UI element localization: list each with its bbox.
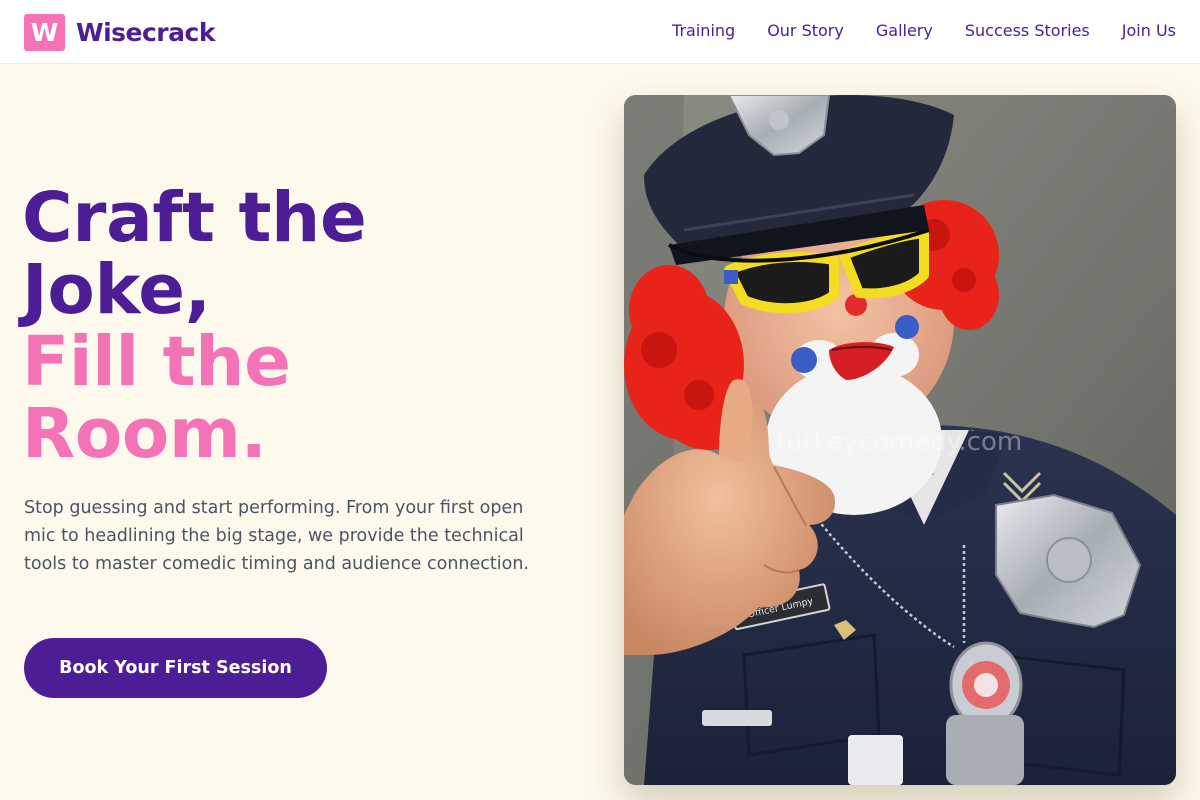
nav-item: Training — [672, 21, 735, 40]
hero-title: Craft the Joke, Fill the Room. — [22, 178, 367, 474]
hero-description: Stop guessing and start performing. From… — [24, 498, 529, 574]
brand-logo-link[interactable]: W Wisecrack — [24, 13, 215, 51]
book-session-button[interactable]: Book Your First Session — [24, 638, 327, 698]
hero-photo: Officer Lumpy turkeycomedy.com — [624, 95, 1176, 785]
hero-title-accent-line: Fill the — [22, 322, 291, 402]
logo-mark: W — [24, 13, 65, 51]
nav-item: Gallery — [876, 21, 933, 40]
nav-link-gallery[interactable]: Gallery — [876, 21, 933, 40]
nav-link-join-us[interactable]: Join Us — [1122, 21, 1176, 40]
clown-police-officer-illustration: Officer Lumpy turkeycomedy.com — [624, 95, 1176, 785]
nav-item: Our Story — [767, 21, 844, 40]
image-watermark: turkeycomedy.com — [776, 427, 1022, 457]
nav-link-training[interactable]: Training — [672, 21, 735, 40]
nav-link-our-story[interactable]: Our Story — [767, 21, 844, 40]
hero-title-accent-line: Room. — [22, 394, 267, 474]
nav-item: Success Stories — [965, 21, 1090, 40]
nav-link-success-stories[interactable]: Success Stories — [965, 21, 1090, 40]
nav-item: Join Us — [1122, 21, 1176, 40]
hero-title-line: Craft the — [22, 178, 367, 258]
site-header: W Wisecrack Training Our Story Gallery S… — [0, 0, 1200, 64]
brand-name: Wisecrack — [76, 17, 215, 47]
main-nav: Training Our Story Gallery Success Stori… — [640, 0, 1176, 60]
hero-title-line: Joke, — [22, 250, 211, 330]
